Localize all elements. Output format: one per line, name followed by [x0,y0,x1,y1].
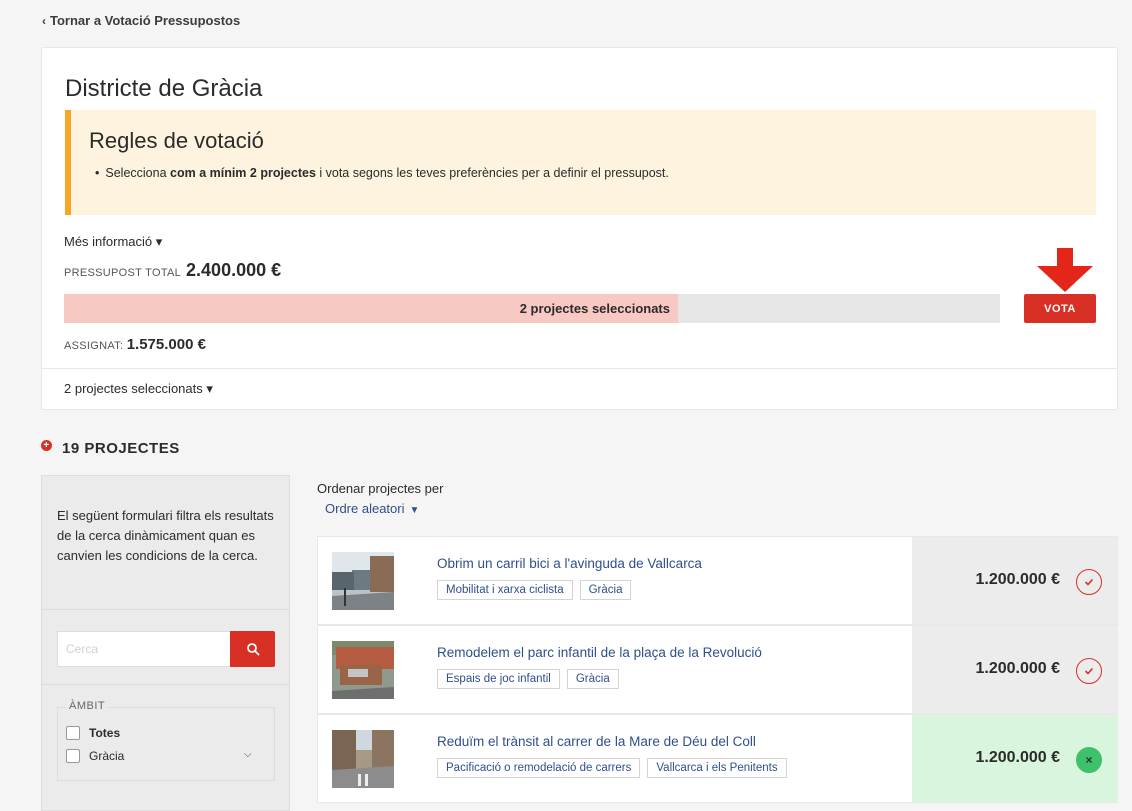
search-button[interactable] [230,631,275,667]
rules-item-suffix: i vota segons les teves preferències per… [315,166,669,180]
total-budget-amount: 2.400.000 € [186,260,282,280]
check-icon [1084,667,1094,675]
rules-title: Regles de votació [89,128,264,153]
project-tags: Pacificació o remodelació de carrers Val… [437,758,787,778]
projects-heading: +19 PROJECTES [41,440,180,457]
project-tag[interactable]: Gràcia [579,580,632,600]
budget-progress-bar: 2 projectes seleccionats [64,294,1000,323]
rules-item-bold: com a mínim 2 projectes [170,166,316,180]
project-tags: Mobilitat i xarxa ciclista Gràcia [437,580,632,600]
project-price-cell: 1.200.000 € [912,626,1118,713]
remove-project-button[interactable]: × [1076,747,1102,773]
project-thumbnail[interactable] [332,641,394,699]
project-card: Reduïm el trànsit al carrer de la Mare d… [317,714,1118,803]
projects-count: 19 PROJECTES [62,440,180,457]
back-link-label: Tornar a Votació Pressupostos [50,13,241,28]
sort-label: Ordenar projectes per [317,481,444,496]
budget-card: Districte de Gràcia Regles de votació • S… [41,47,1118,410]
page-title: Districte de Gràcia [65,75,263,102]
project-tag[interactable]: Mobilitat i xarxa ciclista [437,580,573,600]
project-tags: Espais de joc infantil Gràcia [437,669,619,689]
scope-option-label: Gràcia [89,749,125,763]
selected-projects-toggle[interactable]: 2 projectes seleccionats ▾ [64,381,213,397]
assigned-budget: ASSIGNAT: 1.575.000 € [64,336,206,353]
search-input[interactable] [57,631,231,667]
chevron-down-icon[interactable]: ⌵ [244,749,252,760]
caret-down-icon: ▼ [409,505,420,516]
more-info-toggle[interactable]: Més informació ▾ [64,234,162,250]
project-list: Obrim un carril bici a l'avinguda de Val… [317,536,1118,811]
total-budget-label: PRESSUPOST TOTAL [64,267,181,279]
sort-dropdown[interactable]: Ordre aleatori ▼ [325,501,419,516]
divider [42,368,1117,369]
project-price: 1.200.000 € [975,660,1060,677]
scope-legend: ÀMBIT [66,700,109,712]
voting-rules-callout: Regles de votació • Selecciona com a míni… [65,110,1096,215]
project-tag[interactable]: Vallcarca i els Penitents [647,758,787,778]
project-price: 1.200.000 € [975,571,1060,588]
filter-sidebar: El següent formulari filtra els resultat… [41,475,290,811]
search-icon [246,643,259,656]
project-tag[interactable]: Espais de joc infantil [437,669,560,689]
close-icon: × [1085,753,1093,767]
rules-item: • Selecciona com a mínim 2 projectes i vo… [95,166,669,180]
arrow-down-icon [1037,248,1093,292]
project-title[interactable]: Remodelem el parc infantil de la plaça d… [437,645,762,660]
project-card: Obrim un carril bici a l'avinguda de Val… [317,536,1118,625]
chevron-left-icon: ‹ [42,14,46,28]
project-price-cell: 1.200.000 € [912,537,1118,624]
bullet-icon: • [95,166,100,180]
add-project-button[interactable] [1076,569,1102,595]
divider [42,684,289,685]
add-project-button[interactable] [1076,658,1102,684]
project-tag[interactable]: Pacificació o remodelació de carrers [437,758,641,778]
sort-value: Ordre aleatori [325,501,405,516]
project-price: 1.200.000 € [975,749,1060,766]
project-card: Remodelem el parc infantil de la plaça d… [317,625,1118,714]
project-tag[interactable]: Gràcia [566,669,619,689]
assigned-amount: 1.575.000 € [126,336,206,353]
checkbox[interactable] [66,749,80,763]
total-budget: PRESSUPOST TOTAL 2.400.000 € [64,260,281,281]
project-title[interactable]: Obrim un carril bici a l'avinguda de Val… [437,556,702,571]
checkbox[interactable] [66,726,80,740]
assigned-label: ASSIGNAT: [64,340,124,352]
vote-button[interactable]: VOTA [1024,294,1096,323]
project-price-cell: 1.200.000 € × [912,715,1118,802]
divider [42,609,289,610]
back-link[interactable]: ‹ Tornar a Votació Pressupostos [42,13,240,28]
check-icon [1084,578,1094,586]
budget-progress-label: 2 projectes seleccionats [519,301,670,316]
filter-description: El següent formulari filtra els resultat… [57,508,274,563]
scope-option-totes[interactable]: Totes [66,726,120,740]
project-thumbnail[interactable] [332,730,394,788]
scope-option-label: Totes [89,726,121,740]
project-title[interactable]: Reduïm el trànsit al carrer de la Mare d… [437,734,756,749]
plus-circle-icon[interactable]: + [41,440,52,451]
project-thumbnail[interactable] [332,552,394,610]
rules-item-prefix: Selecciona [105,166,171,180]
scope-filter: ÀMBIT Totes Gràcia ⌵ [57,700,275,781]
scope-option-gracia[interactable]: Gràcia [66,749,124,763]
